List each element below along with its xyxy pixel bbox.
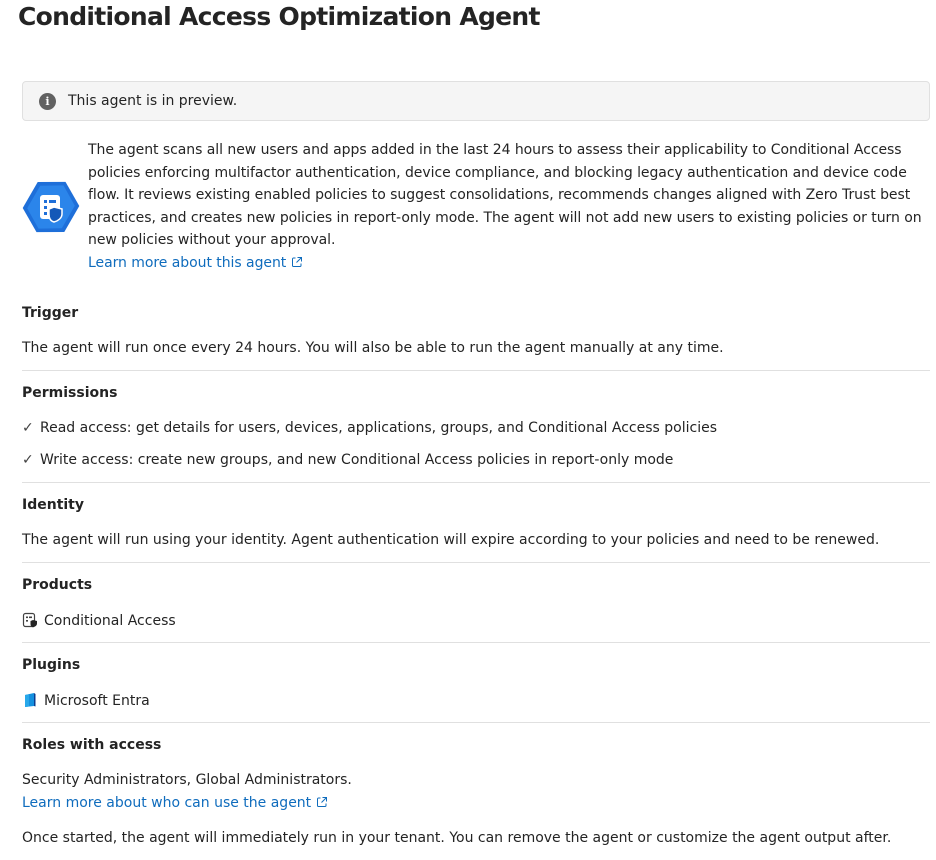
trigger-text: The agent will run once every 24 hours. … [22, 340, 724, 356]
description-line: policies enforcing multifactor authentic… [88, 164, 907, 181]
products-title: Products [22, 577, 93, 593]
plugin-label: Microsoft Entra [44, 693, 150, 709]
footer-note: Once started, the agent will immediately… [22, 830, 892, 846]
learn-more-roles-link[interactable]: Learn more about who can use the agent [22, 795, 328, 811]
divider [22, 722, 930, 723]
divider [22, 562, 930, 563]
product-item: Conditional Access [22, 612, 176, 629]
agent-details-page: Conditional Access Optimization Agent i … [0, 0, 936, 860]
external-link-icon [317, 797, 328, 807]
permissions-title: Permissions [22, 385, 118, 401]
agent-description: The agent scans all new users and apps a… [88, 139, 928, 275]
banner-text: This agent is in preview. [68, 93, 238, 109]
identity-title: Identity [22, 497, 85, 513]
roles-text: Security Administrators, Global Administ… [22, 772, 352, 788]
learn-more-agent-link[interactable]: Learn more about this agent [88, 255, 303, 271]
permission-item-read: ✓ Read access: get details for users, dev… [22, 420, 717, 436]
description-line: practices, and creates new policies in r… [88, 209, 922, 226]
plugins-title: Plugins [22, 657, 81, 673]
product-label: Conditional Access [44, 613, 176, 629]
learn-more-agent-label: Learn more about this agent [88, 254, 287, 271]
microsoft-entra-icon [25, 693, 36, 707]
identity-text: The agent will run using your identity. … [22, 532, 880, 548]
checkmark-icon: ✓ [22, 420, 34, 436]
external-link-icon [292, 256, 303, 267]
preview-banner: i This agent is in preview. [22, 81, 930, 121]
agent-icon [22, 181, 80, 233]
info-icon: i [39, 92, 56, 110]
permission-read-text: Read access: get details for users, devi… [40, 420, 718, 436]
checkmark-icon: ✓ [22, 452, 34, 468]
permission-item-write: ✓ Write access: create new groups, and ne… [22, 452, 673, 468]
description-line: The agent scans all new users and apps a… [88, 142, 902, 158]
roles-title: Roles with access [22, 737, 162, 753]
divider [22, 482, 930, 483]
divider [22, 642, 930, 643]
conditional-access-icon [22, 612, 37, 628]
trigger-title: Trigger [22, 305, 79, 321]
plugin-item: Microsoft Entra [22, 692, 150, 709]
description-line: new policies without your approval. [88, 232, 336, 249]
divider [22, 370, 930, 371]
permission-write-text: Write access: create new groups, and new… [40, 452, 674, 468]
learn-more-roles-label: Learn more about who can use the agent [22, 795, 312, 811]
description-line: flow. It reviews existing enabled polici… [88, 187, 911, 204]
page-title: Conditional Access Optimization Agent [18, 2, 540, 31]
